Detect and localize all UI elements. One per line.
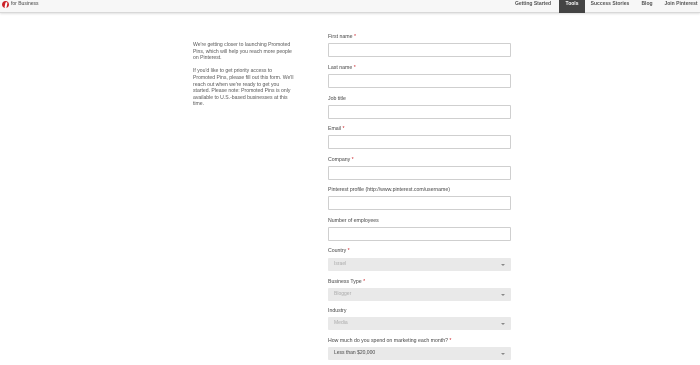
required-marker: * bbox=[363, 279, 366, 285]
required-marker: * bbox=[342, 126, 345, 132]
business-type-selected-value: Blogger bbox=[334, 291, 352, 297]
nav-success-stories[interactable]: Success Stories bbox=[588, 0, 632, 13]
company-input[interactable] bbox=[328, 166, 511, 180]
nav-join-pinterest[interactable]: Join Pinterest bbox=[662, 0, 700, 13]
pinterest-profile-label: Pinterest profile (http://www.pinterest.… bbox=[328, 187, 450, 193]
industry-selected-value: Media bbox=[334, 320, 348, 326]
marketing-spend-select[interactable]: Less than $20,000 bbox=[328, 347, 511, 360]
business-type-select[interactable]: Blogger bbox=[328, 288, 511, 301]
required-marker: * bbox=[347, 248, 350, 254]
country-label: Country * bbox=[328, 248, 350, 254]
nav-tools[interactable]: Tools bbox=[559, 0, 585, 13]
required-marker: * bbox=[353, 34, 356, 40]
first-name-input[interactable] bbox=[328, 43, 511, 57]
employees-label: Number of employees bbox=[328, 218, 379, 224]
intro-text: We're getting closer to launching Promot… bbox=[193, 42, 295, 115]
email-label: Email * bbox=[328, 126, 345, 132]
first-name-label: First name * bbox=[328, 34, 356, 40]
marketing-spend-selected-value: Less than $20,000 bbox=[334, 350, 376, 356]
chevron-down-icon bbox=[501, 263, 505, 266]
country-selected-value: Israel bbox=[334, 261, 347, 267]
last-name-input[interactable] bbox=[328, 74, 511, 88]
intro-paragraph-1: We're getting closer to launching Promot… bbox=[193, 42, 292, 62]
job-title-label: Job title bbox=[328, 96, 346, 102]
chevron-down-icon bbox=[501, 293, 505, 296]
required-marker: * bbox=[449, 338, 452, 344]
brand-label[interactable]: for Business bbox=[11, 0, 39, 8]
company-label: Company * bbox=[328, 157, 354, 163]
top-navigation-bar: for Business Getting Started Tools Succe… bbox=[0, 0, 700, 13]
email-input[interactable] bbox=[328, 135, 511, 149]
industry-select[interactable]: Media bbox=[328, 317, 511, 330]
marketing-spend-label: How much do you spend on marketing each … bbox=[328, 338, 452, 344]
nav-getting-started[interactable]: Getting Started bbox=[510, 0, 556, 13]
last-name-label: Last name * bbox=[328, 65, 356, 71]
nav-blog[interactable]: Blog bbox=[637, 0, 657, 13]
chevron-down-icon bbox=[501, 322, 505, 325]
business-type-label: Business Type * bbox=[328, 279, 366, 285]
intro-paragraph-2: If you'd like to get priority access to … bbox=[193, 68, 294, 108]
job-title-input[interactable] bbox=[328, 105, 511, 119]
employees-input[interactable] bbox=[328, 227, 511, 241]
required-marker: * bbox=[351, 157, 354, 163]
industry-label: Industry bbox=[328, 308, 347, 314]
country-select[interactable]: Israel bbox=[328, 258, 511, 271]
pinterest-profile-input[interactable] bbox=[328, 196, 511, 210]
chevron-down-icon bbox=[501, 352, 505, 355]
pinterest-logo-icon[interactable] bbox=[2, 1, 9, 8]
required-marker: * bbox=[353, 65, 356, 71]
